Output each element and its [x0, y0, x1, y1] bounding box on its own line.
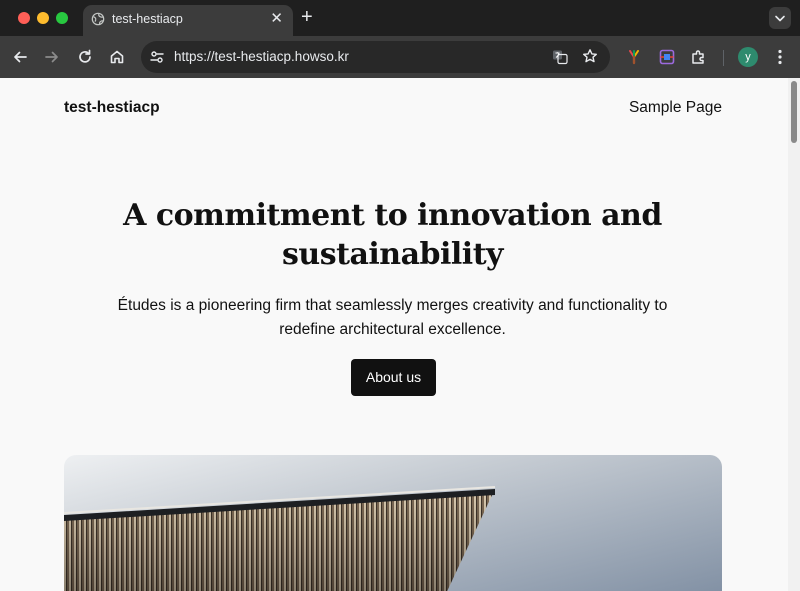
page-scrollbar[interactable]	[788, 78, 800, 591]
browser-tab[interactable]: test-hestiacp ✕	[83, 5, 293, 36]
profile-avatar[interactable]: y	[738, 47, 758, 67]
translate-icon[interactable]	[552, 49, 568, 65]
new-tab-plus-icon[interactable]: +	[301, 7, 313, 27]
address-bar[interactable]: https://test-hestiacp.howso.kr	[141, 41, 610, 73]
scrollbar-thumb[interactable]	[791, 81, 797, 143]
more-menu-icon[interactable]	[771, 48, 789, 66]
forward-arrow-icon[interactable]	[43, 48, 61, 66]
window-zoom-button[interactable]	[56, 12, 68, 24]
address-url[interactable]: https://test-hestiacp.howso.kr	[174, 49, 349, 64]
back-arrow-icon[interactable]	[11, 48, 29, 66]
page-viewport: test-hestiacp Sample Page A commitment t…	[0, 78, 800, 591]
reload-icon[interactable]	[76, 48, 94, 66]
tab-title: test-hestiacp	[112, 12, 183, 26]
extension-grid-icon[interactable]	[658, 48, 676, 66]
browser-toolbar: https://test-hestiacp.howso.kr y	[0, 36, 800, 78]
browser-tab-strip: test-hestiacp ✕ +	[0, 0, 800, 36]
hero-architecture-image	[64, 455, 722, 591]
window-close-button[interactable]	[18, 12, 30, 24]
site-settings-icon[interactable]	[149, 49, 165, 65]
chevron-down-icon	[775, 15, 785, 22]
site-title-link[interactable]: test-hestiacp	[64, 99, 160, 117]
tab-search-button[interactable]	[769, 7, 791, 29]
extension-colorful-icon[interactable]	[625, 48, 643, 66]
nav-sample-page-link[interactable]: Sample Page	[629, 99, 722, 117]
toolbar-divider	[723, 50, 724, 66]
bookmark-star-icon[interactable]	[582, 48, 598, 64]
hero-description: Études is a pioneering firm that seamles…	[117, 297, 668, 338]
about-us-button[interactable]: About us	[351, 359, 436, 396]
hero-heading: A commitment to innovation and sustainab…	[123, 198, 662, 272]
tab-close-icon[interactable]: ✕	[270, 11, 283, 26]
home-icon[interactable]	[108, 48, 126, 66]
globe-icon	[91, 12, 105, 26]
extensions-puzzle-icon[interactable]	[690, 48, 708, 66]
window-minimize-button[interactable]	[37, 12, 49, 24]
